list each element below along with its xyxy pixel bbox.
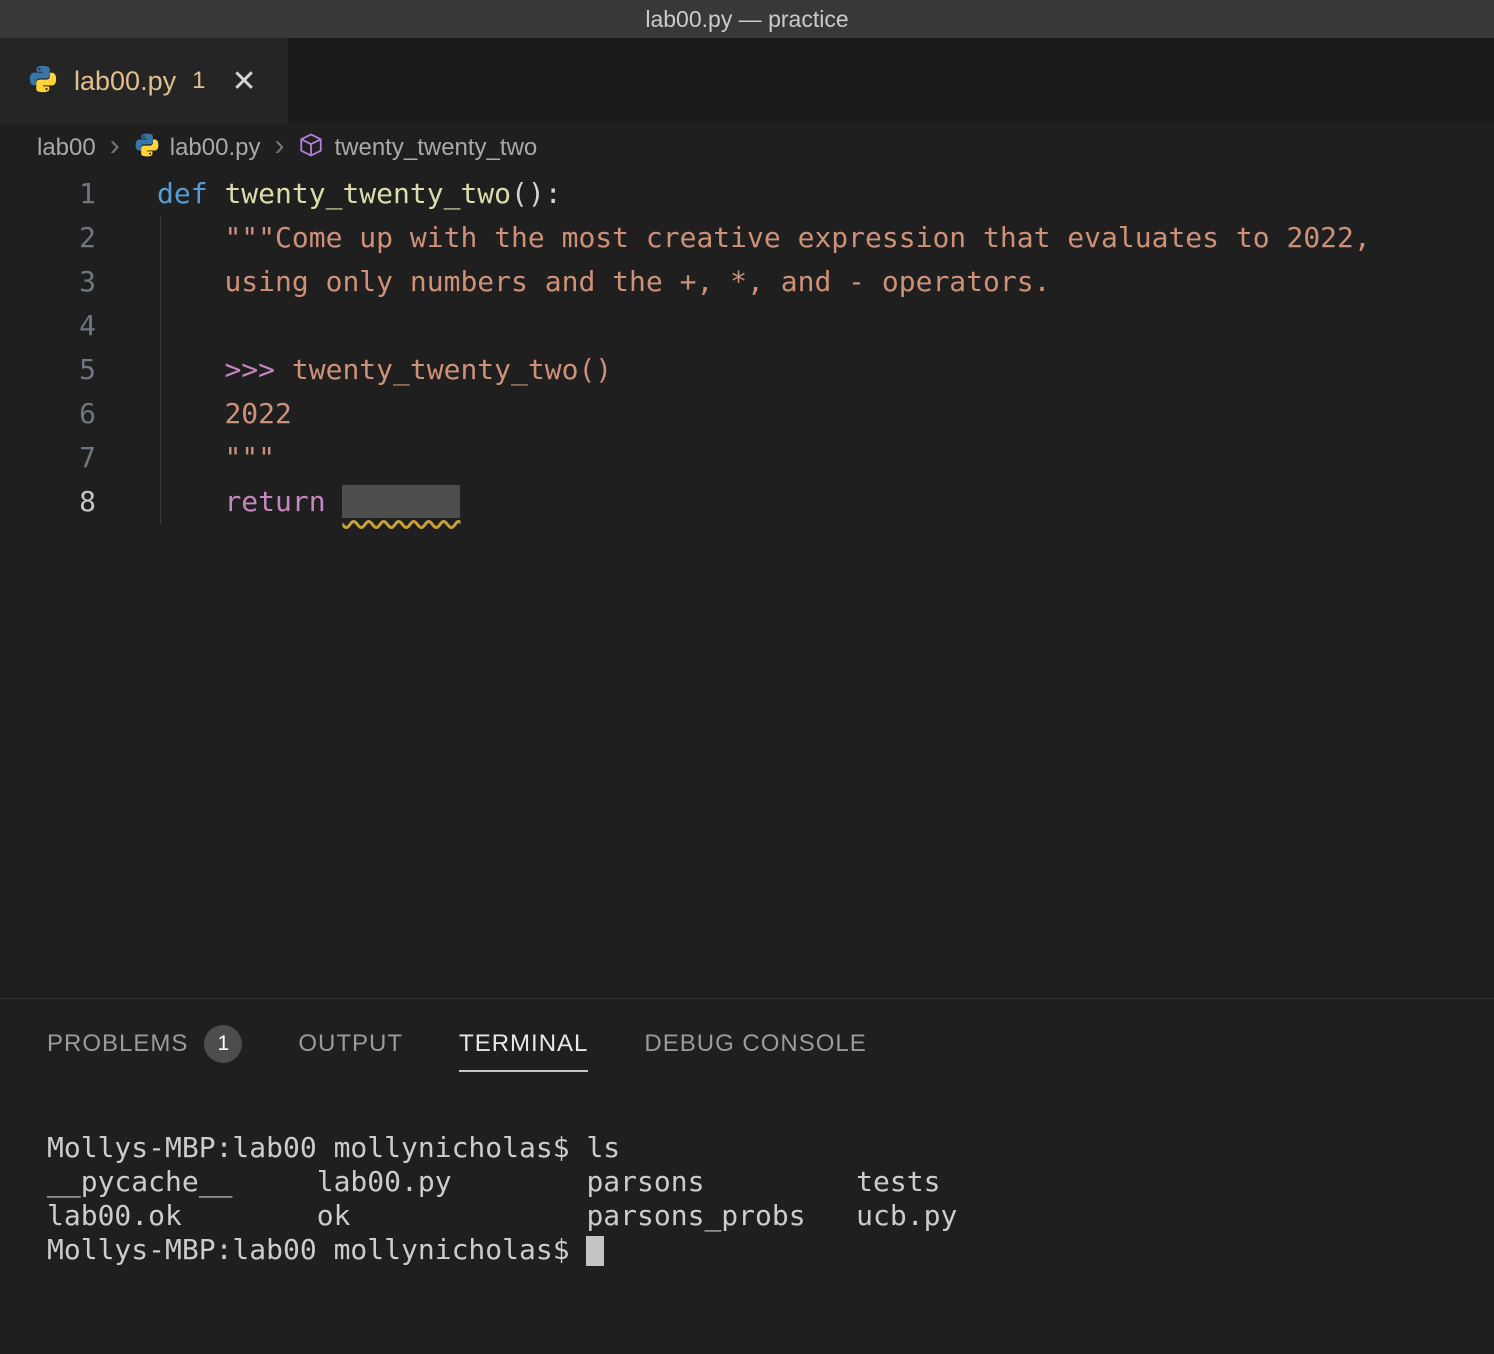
tab-label: lab00.py	[74, 66, 176, 97]
python-icon	[28, 64, 58, 98]
code-text: """	[96, 436, 275, 480]
terminal-output[interactable]: Mollys-MBP:lab00 mollynicholas$ ls__pyca…	[0, 1077, 1494, 1267]
python-icon	[134, 132, 160, 165]
panel-tab-label: DEBUG CONSOLE	[644, 1030, 866, 1058]
panel-tab-problems[interactable]: PROBLEMS 1	[47, 1025, 242, 1077]
code-text: return	[96, 480, 460, 524]
tab-lab00py[interactable]: lab00.py 1 ✕	[0, 38, 288, 124]
code-line[interactable]: 6 2022	[0, 392, 1494, 436]
code-line[interactable]: 2 """Come up with the most creative expr…	[0, 216, 1494, 260]
problems-badge: 1	[204, 1025, 242, 1063]
panel-tab-label: OUTPUT	[298, 1030, 403, 1058]
terminal-line: __pycache__ lab00.py parsons tests	[47, 1165, 1494, 1199]
code-text: 2022	[96, 392, 292, 436]
panel-tab-label: PROBLEMS	[47, 1030, 188, 1058]
terminal-cursor	[586, 1236, 604, 1266]
code-text: def twenty_twenty_two():	[96, 172, 562, 216]
window-title: lab00.py — practice	[645, 6, 848, 33]
indent-guide	[160, 216, 161, 524]
code-editor[interactable]: 1def twenty_twenty_two():2 """Come up wi…	[0, 172, 1494, 998]
close-icon[interactable]: ✕	[231, 64, 256, 99]
panel-tab-debug-console[interactable]: DEBUG CONSOLE	[644, 1030, 866, 1072]
chevron-right-icon: ›	[272, 131, 286, 165]
code-line[interactable]: 5 >>> twenty_twenty_two()	[0, 348, 1494, 392]
titlebar: lab00.py — practice	[0, 0, 1494, 38]
code-text: """Come up with the most creative expres…	[96, 216, 1371, 260]
code-line[interactable]: 3 using only numbers and the +, *, and -…	[0, 260, 1494, 304]
breadcrumb-item-symbol[interactable]: twenty_twenty_two	[298, 132, 537, 165]
line-number: 8	[0, 480, 96, 524]
line-number: 6	[0, 392, 96, 436]
breadcrumb-item-file[interactable]: lab00.py	[134, 132, 261, 165]
terminal-line: Mollys-MBP:lab00 mollynicholas$	[47, 1233, 1494, 1267]
tab-bar: lab00.py 1 ✕	[0, 38, 1494, 124]
code-line[interactable]: 7 """	[0, 436, 1494, 480]
code-text: using only numbers and the +, *, and - o…	[96, 260, 1050, 304]
line-number: 4	[0, 304, 96, 348]
selection-warning-squiggle	[342, 485, 460, 518]
bottom-panel: PROBLEMS 1 OUTPUT TERMINAL DEBUG CONSOLE Mol…	[0, 998, 1494, 1354]
breadcrumb: lab00 › lab00.py › twenty_twenty_two	[0, 124, 1494, 172]
chevron-right-icon: ›	[108, 131, 122, 165]
code-lines: 1def twenty_twenty_two():2 """Come up wi…	[0, 172, 1494, 524]
line-number: 2	[0, 216, 96, 260]
code-line[interactable]: 8 return	[0, 480, 1494, 524]
panel-tab-terminal[interactable]: TERMINAL	[459, 1030, 588, 1072]
breadcrumb-item-folder[interactable]: lab00	[37, 134, 96, 162]
panel-tab-output[interactable]: OUTPUT	[298, 1030, 403, 1072]
terminal-line: lab00.ok ok parsons_probs ucb.py	[47, 1199, 1494, 1233]
code-line[interactable]: 1def twenty_twenty_two():	[0, 172, 1494, 216]
line-number: 3	[0, 260, 96, 304]
code-text	[96, 304, 157, 348]
panel-tab-label: TERMINAL	[459, 1030, 588, 1058]
line-number: 1	[0, 172, 96, 216]
terminal-line: Mollys-MBP:lab00 mollynicholas$ ls	[47, 1131, 1494, 1165]
symbol-cube-icon	[298, 132, 324, 165]
vscode-window: lab00.py — practice lab00.py 1 ✕ lab00 ›	[0, 0, 1494, 1354]
line-number: 7	[0, 436, 96, 480]
code-text: >>> twenty_twenty_two()	[96, 348, 612, 392]
line-number: 5	[0, 348, 96, 392]
panel-tabs: PROBLEMS 1 OUTPUT TERMINAL DEBUG CONSOLE	[0, 999, 1494, 1077]
tab-problem-count: 1	[192, 67, 205, 95]
code-line[interactable]: 4	[0, 304, 1494, 348]
